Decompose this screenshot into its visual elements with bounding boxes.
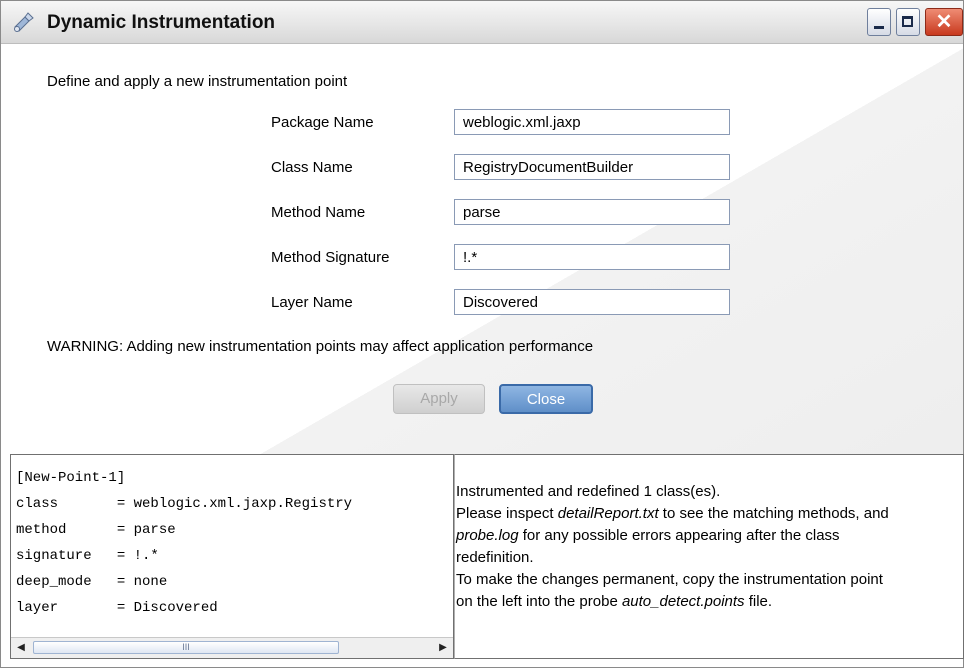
- scroll-left-icon[interactable]: ◀: [13, 640, 29, 655]
- instrumentation-point-text-area[interactable]: [New-Point-1] class = weblogic.xml.jaxp.…: [10, 454, 454, 659]
- dynamic-instrumentation-window: Dynamic Instrumentation ✕ Define and app…: [0, 0, 964, 668]
- message-text: Please inspect: [456, 505, 558, 522]
- close-button[interactable]: Close: [499, 384, 593, 414]
- code-line: signature = !.*: [16, 548, 159, 564]
- method-name-input[interactable]: [454, 199, 730, 225]
- maximize-icon: [902, 16, 913, 27]
- layer-name-input[interactable]: [454, 289, 730, 315]
- message-line: on the left into the probe auto_detect.p…: [456, 591, 962, 613]
- title-bar[interactable]: Dynamic Instrumentation ✕: [1, 1, 963, 44]
- message-text: file.: [744, 593, 773, 610]
- close-icon: ✕: [935, 11, 953, 33]
- instrumentation-form: Define and apply a new instrumentation p…: [1, 44, 963, 454]
- message-line: To make the changes permanent, copy the …: [456, 571, 883, 588]
- layer-name-label: Layer Name: [271, 294, 353, 311]
- detail-report-filename: detailReport.txt: [557, 505, 659, 522]
- package-name-label: Package Name: [271, 114, 374, 131]
- horizontal-scrollbar[interactable]: ◀ III ▶: [11, 637, 453, 658]
- close-window-button[interactable]: ✕: [925, 8, 963, 36]
- result-message: Instrumented and redefined 1 class(es). …: [456, 481, 962, 613]
- maximize-button[interactable]: [896, 8, 920, 36]
- result-message-pane: Instrumented and redefined 1 class(es). …: [454, 454, 964, 659]
- instrumentation-icon: [14, 12, 34, 32]
- message-line: redefinition.: [456, 549, 534, 566]
- method-name-label: Method Name: [271, 204, 366, 221]
- code-line: layer = Discovered: [16, 600, 218, 616]
- performance-warning: WARNING: Adding new instrumentation poin…: [47, 338, 594, 355]
- package-name-input[interactable]: [454, 109, 730, 135]
- message-text: for any possible errors appearing after …: [518, 527, 840, 544]
- auto-detect-filename: auto_detect.points: [621, 593, 745, 610]
- minimize-button[interactable]: [867, 8, 891, 36]
- scroll-right-icon[interactable]: ▶: [435, 640, 451, 655]
- form-heading: Define and apply a new instrumentation p…: [47, 73, 348, 90]
- window-title: Dynamic Instrumentation: [47, 12, 276, 33]
- scrollbar-thumb[interactable]: III: [33, 641, 339, 654]
- message-line: Instrumented and redefined 1 class(es).: [456, 483, 721, 500]
- probe-log-filename: probe.log: [456, 527, 519, 544]
- message-line: Please inspect detailReport.txt to see t…: [456, 503, 962, 525]
- method-signature-label: Method Signature: [271, 249, 390, 266]
- apply-button[interactable]: Apply: [393, 384, 485, 414]
- minimize-icon: [874, 26, 884, 29]
- method-signature-input[interactable]: [454, 244, 730, 270]
- class-name-input[interactable]: [454, 154, 730, 180]
- message-text: to see the matching methods, and: [658, 505, 889, 522]
- code-line: deep_mode = none: [16, 574, 168, 590]
- code-line: method = parse: [16, 522, 176, 538]
- code-line: [New-Point-1]: [16, 470, 126, 486]
- class-name-label: Class Name: [271, 159, 353, 176]
- message-line: probe.log for any possible errors appear…: [456, 525, 962, 547]
- instrumentation-point-text: [New-Point-1] class = weblogic.xml.jaxp.…: [16, 465, 352, 621]
- message-text: on the left into the probe: [456, 593, 622, 610]
- code-line: class = weblogic.xml.jaxp.Registry: [16, 496, 353, 512]
